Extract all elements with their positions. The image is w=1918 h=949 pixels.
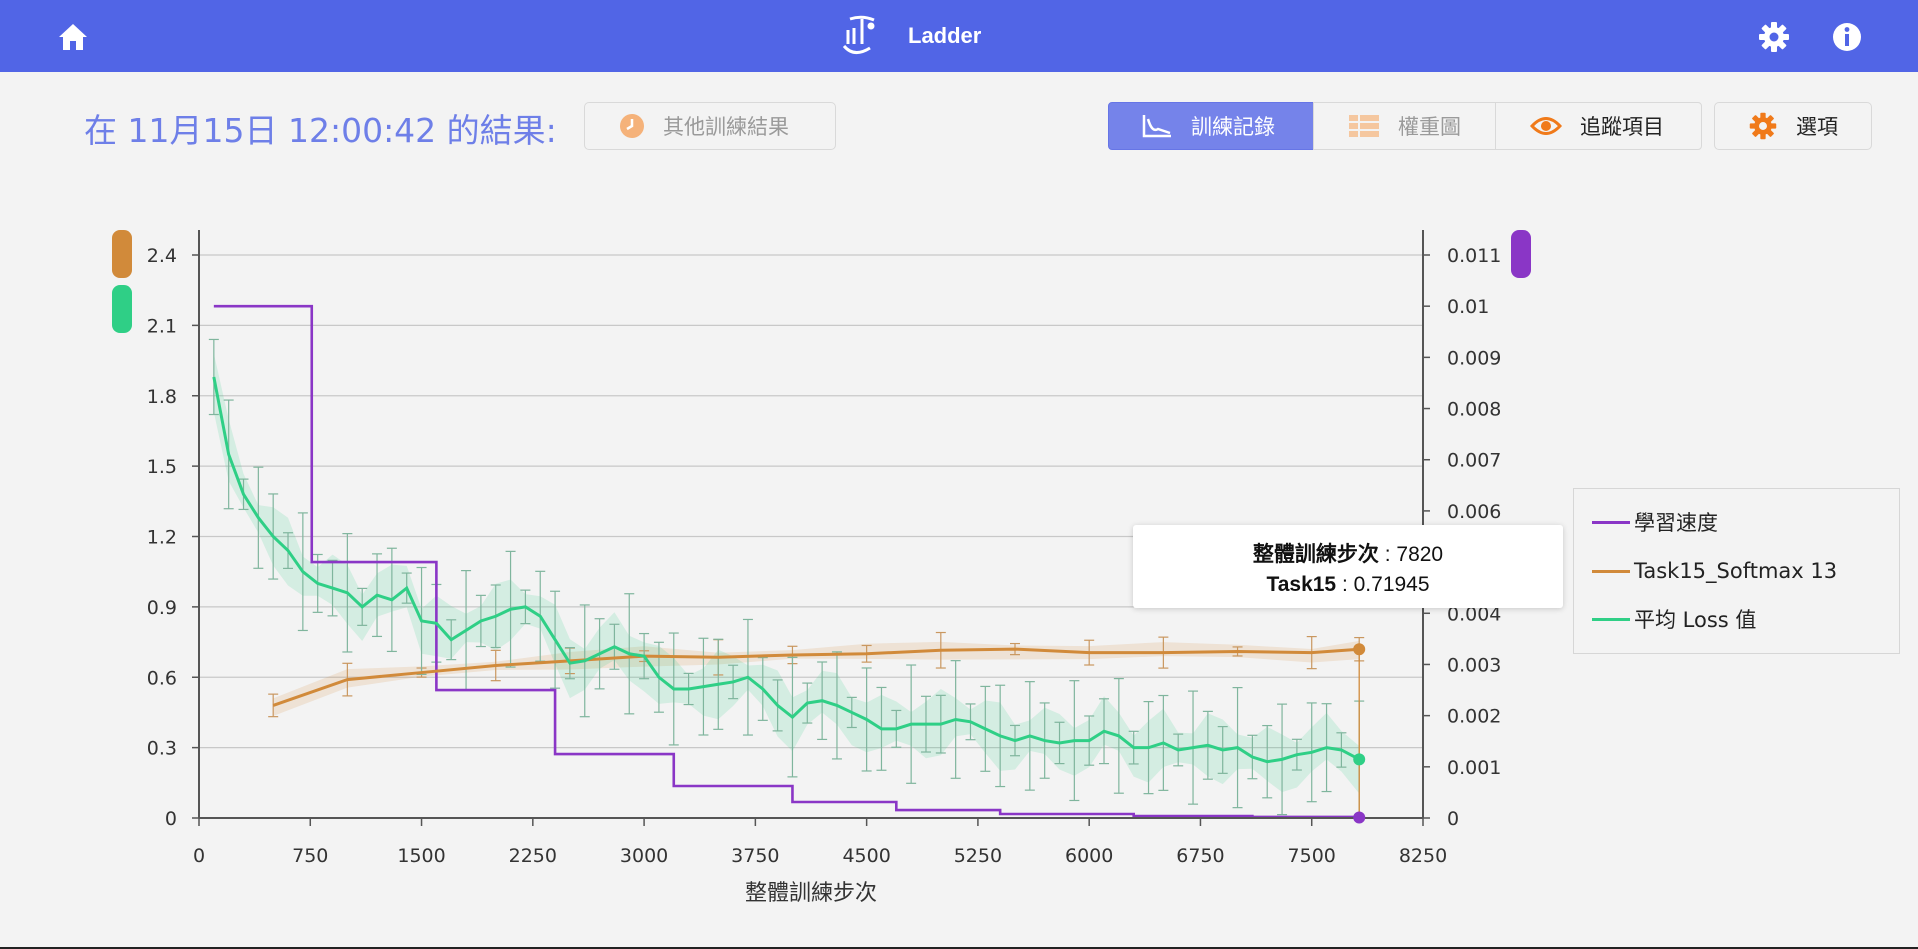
tooltip-value-line: Task15 : 0.71945	[1266, 573, 1430, 596]
grid-table-icon	[1349, 115, 1379, 137]
lr-axis-chip	[1511, 230, 1531, 278]
hover-point-1	[1353, 643, 1366, 656]
x-tick-label: 6750	[1176, 845, 1224, 867]
x-tick-label: 4500	[842, 845, 890, 867]
y-left-tick-label: 1.5	[147, 456, 177, 478]
legend-item-task15[interactable]: Task15_Softmax 13	[1592, 556, 1837, 586]
y-right-tick-label: 0.001	[1447, 757, 1501, 779]
x-tick-label: 6000	[1065, 845, 1113, 867]
weights-tab[interactable]: 權重圖	[1313, 102, 1496, 150]
y-left-tick-label: 0.9	[147, 597, 177, 619]
top-app-bar: Ladder	[0, 0, 1918, 72]
app-brand: Ladder	[840, 14, 981, 58]
home-icon[interactable]	[56, 20, 90, 54]
y-left-tick-label: 1.2	[147, 527, 177, 549]
line-chart-icon	[1142, 115, 1171, 138]
info-icon[interactable]	[1830, 20, 1864, 54]
y-right-tick-label: 0.011	[1447, 245, 1501, 267]
chart-legend: 學習速度 Task15_Softmax 13 平均 Loss 值	[1573, 488, 1900, 654]
tracking-tab[interactable]: 追蹤項目	[1495, 102, 1702, 150]
hover-point-2	[1353, 753, 1366, 766]
training-log-tab[interactable]: 訓練記錄	[1108, 102, 1314, 150]
x-tick-label: 0	[193, 845, 205, 867]
y-left-tick-label: 0	[165, 808, 177, 830]
weights-label: 權重圖	[1398, 115, 1461, 139]
result-title: 在 11月15日 12:00:42 的結果:	[84, 111, 557, 150]
y-left-tick-label: 1.8	[147, 386, 177, 408]
tracking-label: 追蹤項目	[1580, 115, 1664, 139]
legend-swatch	[1592, 617, 1630, 621]
options-button[interactable]: 選項	[1714, 102, 1872, 150]
y-right-tick-label: 0.002	[1447, 706, 1501, 728]
x-tick-label: 2250	[509, 845, 557, 867]
legend-swatch	[1592, 569, 1630, 573]
y-right-tick-label: 0.006	[1447, 501, 1501, 523]
tooltip-x-line: 整體訓練步次 : 7820	[1252, 543, 1444, 566]
eye-icon	[1530, 117, 1562, 135]
task15-axis-chip	[112, 230, 132, 278]
training-log-label: 訓練記錄	[1191, 115, 1275, 139]
y-left-tick-label: 0.6	[147, 667, 177, 689]
gear-icon[interactable]	[1757, 20, 1791, 54]
gear-icon	[1749, 112, 1777, 140]
loss-axis-chip	[112, 285, 132, 333]
x-tick-label: 750	[292, 845, 328, 867]
legend-swatch	[1592, 520, 1630, 524]
legend-label: 平均 Loss 值	[1634, 608, 1757, 632]
legend-label: Task15_Softmax 13	[1634, 559, 1838, 583]
y-right-tick-label: 0.009	[1447, 347, 1501, 369]
y-right-tick-label: 0.007	[1447, 450, 1501, 472]
y-right-tick-label: 0	[1447, 808, 1459, 830]
legend-item-avg-loss[interactable]: 平均 Loss 值	[1592, 604, 1756, 634]
other-results-label: 其他訓練結果	[663, 115, 789, 139]
x-tick-label: 3750	[731, 845, 779, 867]
y-left-tick-label: 0.3	[147, 738, 177, 760]
other-results-button[interactable]: 其他訓練結果	[584, 102, 836, 150]
options-label: 選項	[1796, 115, 1838, 139]
y-right-tick-label: 0.008	[1447, 399, 1501, 421]
x-tick-label: 1500	[397, 845, 445, 867]
legend-label: 學習速度	[1634, 511, 1718, 535]
x-tick-label: 3000	[620, 845, 668, 867]
ladder-logo	[842, 15, 875, 54]
y-right-tick-label: 0.003	[1447, 654, 1501, 676]
x-tick-label: 5250	[954, 845, 1002, 867]
y-left-tick-label: 2.1	[147, 315, 177, 337]
x-tick-label: 8250	[1399, 845, 1447, 867]
chart-tooltip: 整體訓練步次 : 7820 Task15 : 0.71945	[1133, 525, 1563, 608]
y-left-tick-label: 2.4	[147, 245, 177, 267]
x-tick-label: 7500	[1288, 845, 1336, 867]
hover-point-0	[1353, 811, 1366, 824]
legend-item-learning-rate[interactable]: 學習速度	[1592, 507, 1718, 537]
hover-markers	[1353, 643, 1366, 824]
app-title: Ladder	[908, 23, 982, 48]
x-axis-label: 整體訓練步次	[745, 881, 877, 906]
y-right-tick-label: 0.01	[1447, 296, 1489, 318]
clock-icon	[620, 114, 644, 138]
